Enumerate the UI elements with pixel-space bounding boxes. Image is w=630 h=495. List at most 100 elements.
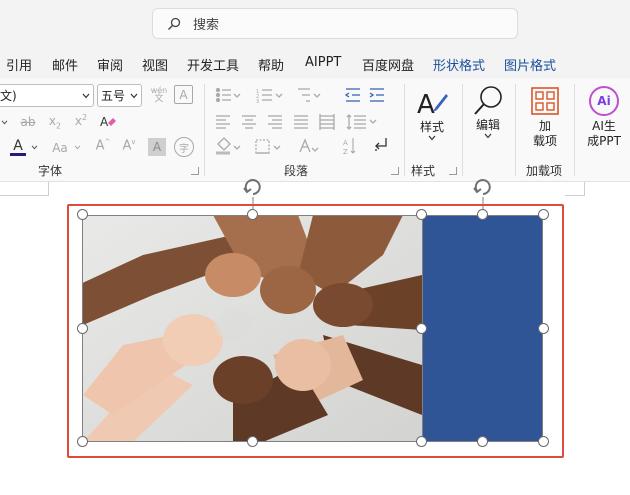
resize-handle[interactable] xyxy=(538,436,549,447)
tab-view[interactable]: 视图 xyxy=(142,55,168,74)
group-separator xyxy=(515,84,516,176)
styles-group-label: 样式 xyxy=(411,164,436,178)
font-color-bar xyxy=(10,152,26,156)
ai-logo-text: Ai xyxy=(597,94,611,108)
strikethrough-icon[interactable]: ab xyxy=(18,112,38,132)
enclose-characters-icon[interactable]: 字 xyxy=(174,137,194,157)
styles-icon: A xyxy=(417,90,448,120)
distributed-icon[interactable] xyxy=(319,114,335,130)
tab-mailings[interactable]: 邮件 xyxy=(52,55,78,74)
resize-handle[interactable] xyxy=(538,209,549,220)
font-dialog-launcher-icon[interactable] xyxy=(191,167,199,175)
change-case-button[interactable]: Aa xyxy=(48,138,72,158)
tab-review[interactable]: 审阅 xyxy=(97,55,123,74)
paragraph-controls: 123 AZ xyxy=(215,87,387,156)
ribbon: 文) 五号 wén 文 A ab x2 x2 A A Aa A^ Av A 字 … xyxy=(0,78,630,182)
shading-icon[interactable] xyxy=(216,137,241,155)
font-size-value: 五号 xyxy=(101,89,126,103)
character-shading-icon[interactable]: A xyxy=(148,138,166,156)
bullets-icon[interactable] xyxy=(215,87,241,103)
picture-selection-frame xyxy=(82,215,423,442)
chevron-down-icon[interactable] xyxy=(72,140,82,154)
tab-picture-format[interactable]: 图片格式 xyxy=(504,55,556,74)
paragraph-dialog-launcher-icon[interactable] xyxy=(391,167,399,175)
phonetic-guide-button[interactable]: wén 文 xyxy=(148,84,170,106)
tab-shape-format[interactable]: 形状格式 xyxy=(433,55,485,74)
resize-handle[interactable] xyxy=(77,436,88,447)
chevron-down-icon[interactable] xyxy=(29,140,39,154)
resize-handle[interactable] xyxy=(247,436,258,447)
chevron-down-icon xyxy=(428,135,436,141)
ribbon-tabs: 引用 邮件 审阅 视图 开发工具 帮助 AIPPT 百度网盘 形状格式 图片格式 xyxy=(0,48,630,78)
resize-handle[interactable] xyxy=(416,436,427,447)
tab-references[interactable]: 引用 xyxy=(6,55,32,74)
numbering-icon[interactable]: 123 xyxy=(256,89,283,105)
margin-guide xyxy=(48,182,49,196)
resize-handle[interactable] xyxy=(77,323,88,334)
chevron-down-icon[interactable] xyxy=(0,112,8,132)
ai-logo-icon: Ai xyxy=(589,86,619,116)
tab-aippt[interactable]: AIPPT xyxy=(305,55,341,70)
font-name-dropdown[interactable]: 文) xyxy=(0,84,94,107)
align-left-icon[interactable] xyxy=(216,115,230,129)
chevron-down-icon xyxy=(484,133,492,139)
addins-button-line2: 载项 xyxy=(532,134,557,148)
shape-selection-frame xyxy=(422,215,543,442)
font-color-button[interactable]: A xyxy=(8,136,28,158)
sort-icon[interactable]: AZ xyxy=(343,138,356,156)
clear-formatting-icon[interactable]: A xyxy=(98,112,118,132)
resize-handle[interactable] xyxy=(477,209,488,220)
group-separator xyxy=(204,84,205,176)
title-bar: 搜索 xyxy=(0,0,630,48)
search-icon xyxy=(168,17,181,30)
search-box[interactable]: 搜索 xyxy=(152,8,518,39)
tab-developer[interactable]: 开发工具 xyxy=(187,55,239,74)
align-center-icon[interactable] xyxy=(242,115,256,129)
margin-guide xyxy=(0,195,48,196)
resize-handle[interactable] xyxy=(247,209,258,220)
show-marks-icon[interactable] xyxy=(375,138,387,151)
group-separator xyxy=(462,84,463,176)
resize-handle[interactable] xyxy=(77,209,88,220)
shrink-font-icon[interactable]: Av xyxy=(120,136,138,156)
svg-text:3: 3 xyxy=(256,99,259,105)
resize-handle[interactable] xyxy=(416,323,427,334)
decrease-indent-icon[interactable] xyxy=(344,88,360,102)
ai-ppt-button[interactable]: Ai AI生 成PPT xyxy=(582,86,626,152)
resize-handle[interactable] xyxy=(416,209,427,220)
superscript-icon[interactable]: x2 xyxy=(72,110,90,130)
resize-handle[interactable] xyxy=(477,436,488,447)
phonetic-guide-bottom: 文 xyxy=(154,94,164,104)
styles-dialog-launcher-icon[interactable] xyxy=(449,167,457,175)
resize-handle[interactable] xyxy=(538,323,549,334)
styles-button[interactable]: A 样式 xyxy=(414,86,450,156)
chevron-down-icon xyxy=(82,93,90,98)
character-border-icon: A xyxy=(179,87,188,102)
styles-button-label: 样式 xyxy=(419,120,444,134)
subscript-icon[interactable]: x2 xyxy=(46,112,64,132)
justify-icon[interactable] xyxy=(294,115,308,129)
ai-ppt-line1: AI生 xyxy=(592,119,616,133)
editing-button[interactable]: 编辑 xyxy=(470,84,506,154)
svg-text:A: A xyxy=(100,115,109,129)
svg-text:A: A xyxy=(343,139,348,147)
find-icon xyxy=(474,86,502,115)
addins-group-label: 加载项 xyxy=(526,164,563,178)
borders-icon[interactable] xyxy=(255,139,281,154)
multilevel-list-icon[interactable] xyxy=(298,88,321,102)
addins-icon xyxy=(531,87,559,115)
line-spacing-icon[interactable] xyxy=(346,114,377,130)
increase-indent-icon[interactable] xyxy=(369,88,384,102)
chinese-layout-icon[interactable] xyxy=(299,138,319,153)
chevron-down-icon xyxy=(130,93,138,98)
margin-guide xyxy=(584,182,585,196)
grow-font-icon[interactable]: A^ xyxy=(94,136,112,156)
svg-text:Z: Z xyxy=(343,148,348,156)
character-border-button[interactable]: A xyxy=(174,85,193,104)
font-size-dropdown[interactable]: 五号 xyxy=(97,84,142,107)
tab-baidu-netdisk[interactable]: 百度网盘 xyxy=(362,55,414,74)
tab-help[interactable]: 帮助 xyxy=(258,55,284,74)
align-right-icon[interactable] xyxy=(268,115,282,129)
margin-guide xyxy=(565,195,585,196)
addins-button[interactable]: 加 载项 xyxy=(524,86,566,152)
